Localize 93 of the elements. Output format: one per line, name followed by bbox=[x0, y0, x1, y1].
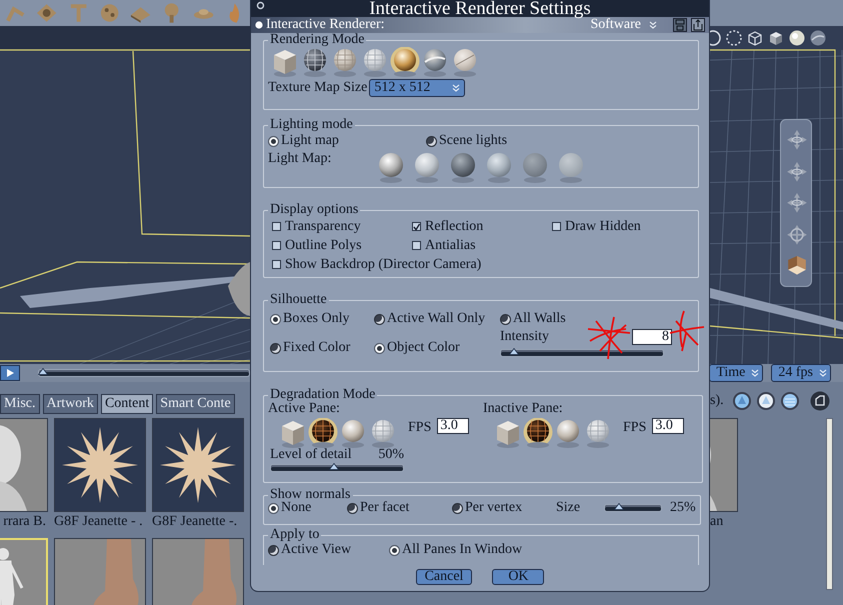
percent-value: 25% bbox=[670, 500, 696, 516]
field-label: FPS bbox=[408, 420, 432, 436]
move-arrows-icon[interactable] bbox=[785, 160, 809, 184]
cube-icon[interactable] bbox=[746, 29, 764, 47]
field-label: Light Map: bbox=[268, 151, 332, 167]
pane-label: Active Pane: bbox=[268, 402, 341, 416]
radio-button[interactable]: None bbox=[268, 500, 312, 516]
thumbnail[interactable] bbox=[54, 418, 146, 512]
thumbnail-caption: G8F Jeanette - . bbox=[54, 513, 144, 530]
radio-button[interactable]: Per facet bbox=[347, 500, 410, 516]
slider-thumb[interactable] bbox=[329, 463, 340, 470]
play-button[interactable] bbox=[0, 365, 20, 381]
bullet-icon bbox=[255, 21, 263, 29]
thumbnail-caption: rrara B. bbox=[2, 513, 46, 530]
thumbnail-caption: an bbox=[710, 513, 724, 530]
field-label: Intensity bbox=[500, 330, 549, 344]
checkbox[interactable]: Reflection bbox=[412, 218, 552, 235]
chevron-icon bbox=[452, 84, 460, 92]
export-icon[interactable] bbox=[691, 18, 705, 32]
library-text: s). bbox=[710, 393, 724, 409]
checkmark-icon bbox=[413, 222, 420, 230]
fps-field[interactable]: 3.0 bbox=[652, 418, 684, 434]
section-title: Show normals bbox=[269, 488, 352, 502]
chevron-icon bbox=[751, 369, 760, 377]
cube-icon[interactable] bbox=[767, 29, 785, 47]
sphere-icon[interactable] bbox=[788, 29, 806, 47]
section-title: Apply to bbox=[269, 528, 320, 542]
fps-field[interactable]: 3.0 bbox=[437, 418, 470, 434]
slider[interactable] bbox=[604, 504, 662, 512]
save-icon[interactable] bbox=[673, 18, 687, 32]
filter-icon[interactable] bbox=[756, 391, 776, 411]
radio-button[interactable]: Active View bbox=[268, 542, 352, 558]
checkbox[interactable]: Show Backdrop (Director Camera) bbox=[272, 256, 694, 273]
library-tab[interactable]: Content bbox=[100, 394, 154, 414]
library-tab[interactable]: Smart Conte bbox=[156, 394, 235, 414]
ok-button[interactable]: OK bbox=[492, 569, 544, 585]
checkbox[interactable]: Draw Hidden bbox=[552, 218, 694, 235]
section-title: Degradation Mode bbox=[269, 388, 376, 402]
foot-drawing bbox=[228, 262, 250, 316]
texture-size-dropdown[interactable]: 512 x 512 bbox=[369, 79, 466, 97]
window-title: Interactive Renderer Settings bbox=[369, 0, 591, 17]
checkbox[interactable]: Antialias bbox=[412, 237, 552, 254]
percent-value: 50% bbox=[378, 448, 404, 462]
sphere-icon[interactable] bbox=[809, 29, 827, 47]
slider-thumb[interactable] bbox=[38, 368, 48, 375]
play-icon bbox=[5, 368, 15, 378]
thumbnail[interactable] bbox=[152, 418, 244, 512]
slider[interactable] bbox=[38, 369, 250, 377]
slider[interactable] bbox=[270, 464, 404, 472]
slider[interactable] bbox=[500, 349, 664, 357]
section-title: Silhouette bbox=[269, 293, 328, 307]
ring-icon[interactable] bbox=[256, 1, 265, 10]
checkbox[interactable]: Outline Polys bbox=[272, 237, 412, 254]
library-tab[interactable]: Misc. bbox=[0, 394, 40, 414]
time-dropdown[interactable]: Time bbox=[709, 364, 764, 382]
radio-button[interactable]: Per vertex bbox=[452, 500, 522, 516]
library-tab[interactable]: Artwork bbox=[42, 394, 98, 414]
radio-button[interactable]: All Panes In Window bbox=[389, 542, 522, 558]
renderer-label: Interactive Renderer: bbox=[266, 17, 385, 33]
radio-button[interactable]: Active Wall Only bbox=[374, 310, 486, 328]
section-title: Lighting mode bbox=[269, 118, 354, 132]
starburst-icon bbox=[153, 419, 243, 511]
move-arrows-icon[interactable] bbox=[785, 128, 809, 152]
dotted-ring-icon[interactable] bbox=[725, 29, 743, 47]
field-label: FPS bbox=[623, 420, 646, 436]
move-arrows-icon[interactable] bbox=[785, 222, 809, 246]
intensity-field[interactable]: 8 bbox=[632, 329, 672, 345]
filter-icon[interactable] bbox=[732, 391, 752, 411]
chevron-icon bbox=[649, 21, 657, 29]
starburst-icon bbox=[55, 419, 145, 511]
chevron-icon bbox=[819, 369, 827, 377]
page-icon[interactable] bbox=[810, 391, 830, 411]
cancel-button[interactable]: Cancel bbox=[416, 569, 472, 585]
thumbnail-caption: G8F Jeanette -. bbox=[152, 513, 238, 530]
radio-button[interactable]: Fixed Color bbox=[270, 340, 350, 356]
radio-button[interactable]: All Walls bbox=[500, 310, 566, 328]
section-title: Rendering Mode bbox=[269, 33, 366, 47]
radio-button[interactable]: Scene lights bbox=[426, 133, 508, 149]
radio-button[interactable]: Light map bbox=[268, 133, 339, 149]
radio-button[interactable]: Object Color bbox=[374, 340, 460, 356]
pane-label: Inactive Pane: bbox=[483, 402, 564, 416]
section-title: Display options bbox=[269, 203, 360, 217]
move-arrows-icon[interactable] bbox=[785, 191, 809, 215]
checkbox[interactable]: Transparency bbox=[272, 218, 412, 235]
filter-icon[interactable] bbox=[780, 391, 800, 411]
field-label: Level of detail bbox=[270, 448, 352, 462]
slider-thumb[interactable] bbox=[614, 503, 624, 510]
radio-button[interactable]: Boxes Only bbox=[270, 310, 350, 328]
field-label: Texture Map Size bbox=[268, 80, 368, 96]
field-label: Size bbox=[556, 500, 582, 516]
frame-rate-dropdown[interactable]: 24 fps bbox=[771, 364, 831, 382]
slider-thumb[interactable] bbox=[508, 348, 519, 355]
scrollbar[interactable] bbox=[826, 418, 833, 590]
